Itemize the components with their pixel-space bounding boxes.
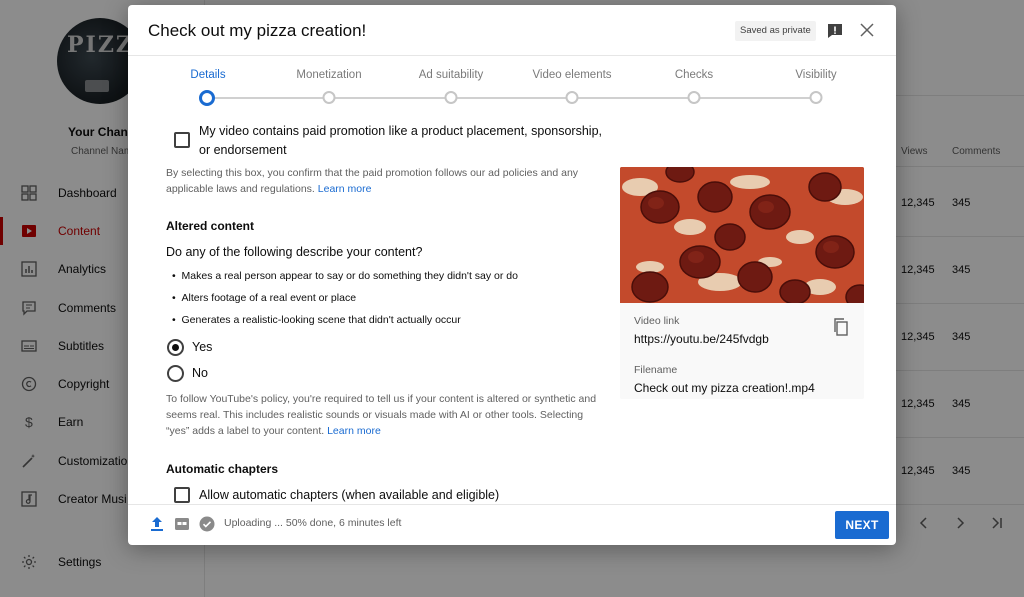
- altered-bullet: • Generates a realistic-looking scene th…: [172, 314, 461, 326]
- altered-bullet-text: Generates a realistic-looking scene that…: [181, 314, 461, 326]
- altered-yes-radio[interactable]: [167, 339, 184, 356]
- step-video-elements-dot[interactable]: [565, 91, 579, 104]
- paid-promotion-help-line2: applicable laws and regulations. Learn m…: [166, 183, 371, 195]
- saved-status-badge: Saved as private: [735, 21, 816, 41]
- altered-bullet: • Makes a real person appear to say or d…: [172, 270, 518, 282]
- checks-complete-icon[interactable]: [199, 516, 215, 537]
- paid-promotion-help-line1: By selecting this box, you confirm that …: [166, 167, 579, 179]
- close-icon[interactable]: [859, 22, 875, 38]
- copy-icon[interactable]: [833, 318, 849, 336]
- step-monetization-dot[interactable]: [322, 91, 336, 104]
- altered-content-question: Do any of the following describe your co…: [166, 245, 423, 259]
- altered-policy-line2: seems real. This includes realistic soun…: [166, 409, 584, 421]
- paid-promotion-label-line1[interactable]: My video contains paid promotion like a …: [199, 124, 602, 138]
- filename-value: Check out my pizza creation!.mp4: [634, 381, 815, 395]
- step-visibility-dot[interactable]: [809, 91, 823, 104]
- upload-icon[interactable]: [150, 516, 164, 537]
- video-link-label: Video link: [634, 315, 680, 327]
- step-monetization-label[interactable]: Monetization: [296, 69, 361, 81]
- altered-policy-text: “yes” adds a label to your content.: [166, 425, 325, 437]
- feedback-icon[interactable]: [826, 22, 844, 40]
- altered-policy-line1: To follow YouTube's policy, you're requi…: [166, 393, 597, 405]
- upload-status-text: Uploading ... 50% done, 6 minutes left: [224, 517, 402, 529]
- paid-promotion-learn-more-link[interactable]: Learn more: [318, 183, 372, 195]
- altered-bullet: • Alters footage of a real event or plac…: [172, 292, 357, 304]
- video-link[interactable]: https://youtu.be/245fvdgb: [634, 332, 769, 346]
- altered-content-heading: Altered content: [166, 219, 255, 233]
- altered-learn-more-link[interactable]: Learn more: [327, 425, 381, 437]
- step-ad-suitability-label[interactable]: Ad suitability: [419, 69, 484, 81]
- altered-policy-line3: “yes” adds a label to your content. Lear…: [166, 425, 381, 437]
- altered-bullet-text: Alters footage of a real event or place: [181, 292, 357, 304]
- altered-bullet-text: Makes a real person appear to say or do …: [181, 270, 518, 282]
- video-thumbnail[interactable]: [620, 167, 864, 303]
- next-button[interactable]: NEXT: [835, 511, 889, 539]
- step-checks-dot[interactable]: [687, 91, 701, 104]
- upload-details-dialog: Check out my pizza creation! Saved as pr…: [128, 5, 896, 545]
- step-details-label[interactable]: Details: [190, 69, 225, 81]
- automatic-chapters-label[interactable]: Allow automatic chapters (when available…: [199, 488, 499, 502]
- paid-promotion-help-text: applicable laws and regulations.: [166, 183, 315, 195]
- step-ad-suitability-dot[interactable]: [444, 91, 458, 104]
- paid-promotion-checkbox[interactable]: [174, 132, 190, 148]
- altered-no-radio[interactable]: [167, 365, 184, 382]
- altered-yes-label[interactable]: Yes: [192, 340, 212, 354]
- automatic-chapters-checkbox[interactable]: [174, 487, 190, 503]
- altered-no-label[interactable]: No: [192, 366, 208, 380]
- video-preview-card: Video link https://youtu.be/245fvdgb Fil…: [620, 167, 864, 399]
- step-visibility-label[interactable]: Visibility: [795, 69, 836, 81]
- header-divider: [128, 55, 896, 56]
- paid-promotion-label-line2[interactable]: or endorsement: [199, 143, 287, 157]
- hd-processing-icon[interactable]: [174, 516, 190, 537]
- step-checks-label[interactable]: Checks: [675, 69, 713, 81]
- step-video-elements-label[interactable]: Video elements: [532, 69, 611, 81]
- filename-label: Filename: [634, 364, 678, 376]
- dialog-title: Check out my pizza creation!: [148, 21, 367, 40]
- step-details-dot[interactable]: [199, 90, 215, 106]
- automatic-chapters-heading: Automatic chapters: [166, 462, 279, 476]
- stepper-track: [208, 97, 816, 99]
